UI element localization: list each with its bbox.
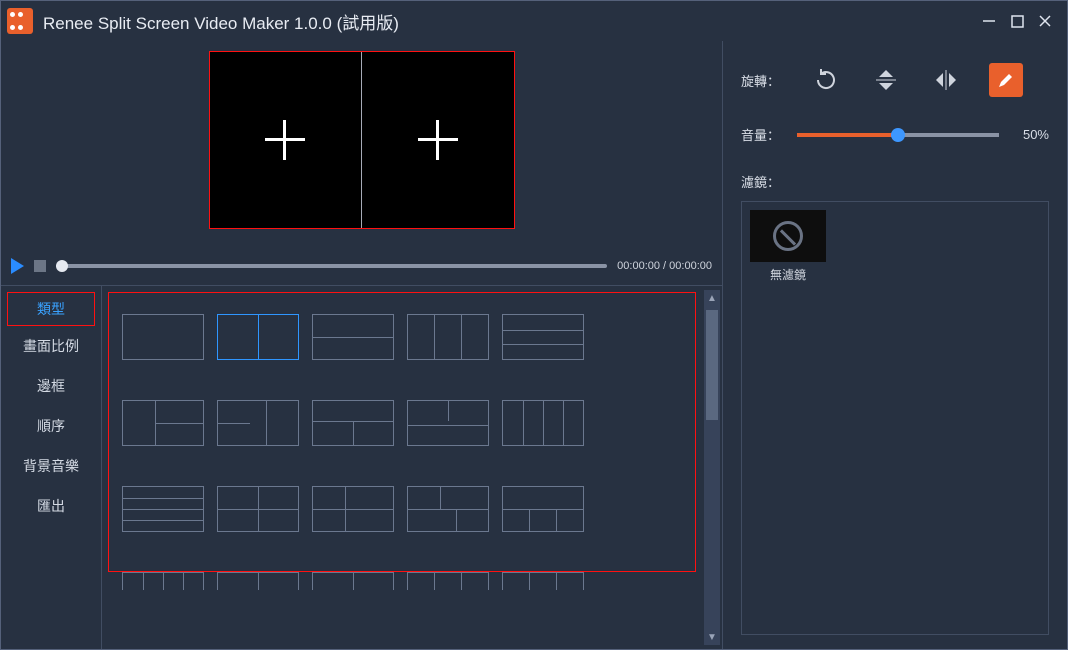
app-window: Renee Split Screen Video Maker 1.0.0 (試用…	[0, 0, 1068, 650]
close-button[interactable]	[1031, 7, 1059, 35]
tab-bgm[interactable]: 背景音樂	[1, 446, 101, 486]
rotate-cw-icon[interactable]	[809, 63, 843, 97]
layout-c[interactable]	[312, 400, 394, 446]
add-media-icon	[265, 120, 305, 160]
time-readout: 00:00:00 / 00:00:00	[617, 260, 712, 272]
filter-label: 濾鏡：	[741, 172, 1049, 191]
add-media-icon	[418, 120, 458, 160]
layout-4x1h[interactable]	[122, 486, 204, 532]
filter-none[interactable]: 無濾鏡	[750, 210, 826, 283]
layout-1x4v[interactable]	[502, 400, 584, 446]
app-icon	[7, 8, 33, 34]
layout-1x1[interactable]	[122, 314, 204, 360]
flip-vertical-icon[interactable]	[869, 63, 903, 97]
volume-value: 50%	[1015, 127, 1049, 142]
minimize-button[interactable]	[975, 7, 1003, 35]
no-filter-icon	[773, 221, 803, 251]
layout-partial-4[interactable]	[407, 572, 489, 590]
preview-slot-1[interactable]	[210, 52, 362, 228]
layout-partial-5[interactable]	[502, 572, 584, 590]
main-area: 00:00:00 / 00:00:00 類型 畫面比例 邊框 順序 背景音樂 匯…	[1, 41, 722, 649]
layout-e[interactable]	[312, 486, 394, 532]
preview-frame	[209, 51, 515, 229]
play-button[interactable]	[11, 258, 24, 274]
preview-slot-2[interactable]	[362, 52, 514, 228]
layout-b[interactable]	[217, 400, 299, 446]
maximize-button[interactable]	[1003, 7, 1031, 35]
layout-d[interactable]	[407, 400, 489, 446]
scroll-up-icon[interactable]: ▲	[704, 290, 720, 306]
edit-button[interactable]	[989, 63, 1023, 97]
tab-border[interactable]: 邊框	[1, 366, 101, 406]
layout-1x3v[interactable]	[407, 314, 489, 360]
filter-list: 無濾鏡	[741, 201, 1049, 635]
layout-partial-1[interactable]	[122, 572, 204, 590]
rotate-label: 旋轉：	[741, 71, 781, 90]
stop-button[interactable]	[34, 260, 46, 272]
layout-1x2-selected[interactable]	[217, 314, 299, 360]
timeline-slider[interactable]	[56, 264, 607, 268]
layout-g[interactable]	[502, 486, 584, 532]
layout-f[interactable]	[407, 486, 489, 532]
layout-2x2[interactable]	[217, 486, 299, 532]
scroll-down-icon[interactable]: ▼	[704, 629, 720, 645]
layout-partial-2[interactable]	[217, 572, 299, 590]
tab-export[interactable]: 匯出	[1, 486, 101, 526]
tab-type[interactable]: 類型	[7, 292, 95, 326]
layout-a[interactable]	[122, 400, 204, 446]
scrollbar-thumb[interactable]	[706, 310, 718, 420]
side-tabs: 類型 畫面比例 邊框 順序 背景音樂 匯出	[1, 286, 101, 649]
template-area: ▲ ▼	[101, 286, 722, 649]
tab-aspect[interactable]: 畫面比例	[1, 326, 101, 366]
tab-order[interactable]: 順序	[1, 406, 101, 446]
flip-horizontal-icon[interactable]	[929, 63, 963, 97]
layout-partial-3[interactable]	[312, 572, 394, 590]
playbar: 00:00:00 / 00:00:00	[1, 251, 722, 281]
properties-panel: 旋轉： 音量：	[722, 41, 1067, 649]
volume-label: 音量：	[741, 125, 781, 144]
app-title: Renee Split Screen Video Maker 1.0.0 (試用…	[43, 9, 399, 34]
layout-3x1h[interactable]	[502, 314, 584, 360]
layout-2x1[interactable]	[312, 314, 394, 360]
titlebar: Renee Split Screen Video Maker 1.0.0 (試用…	[1, 1, 1067, 41]
volume-slider[interactable]	[797, 133, 999, 137]
template-scrollbar[interactable]: ▲ ▼	[704, 290, 720, 645]
